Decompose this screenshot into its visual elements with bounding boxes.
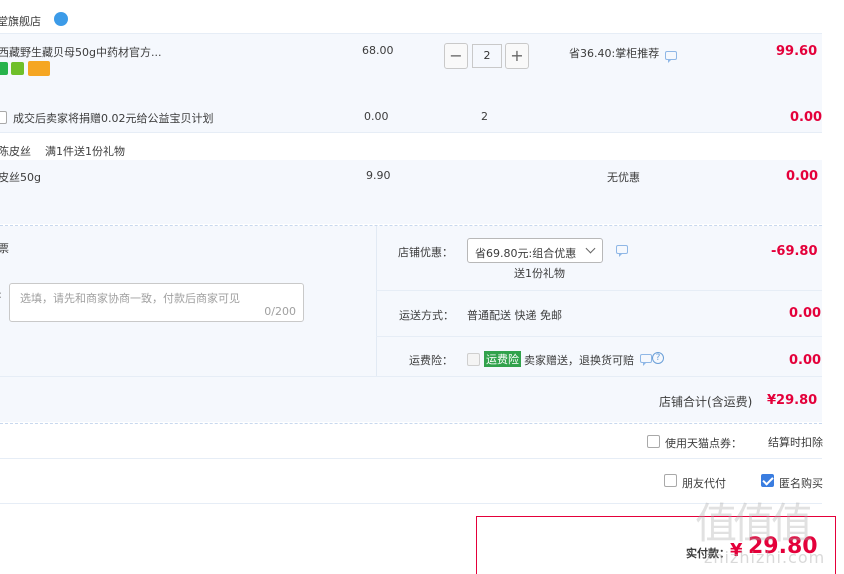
shop-discount-select[interactable]: 省69.80元:组合优惠 <box>467 238 603 263</box>
shop-discount-sub: 送1份礼物 <box>514 267 565 280</box>
decrease-button[interactable]: − <box>444 43 468 69</box>
memo-placeholder: 选填，请先和商家协商一致，付款后商家可见 <box>20 292 240 305</box>
quantity-input[interactable]: 2 <box>472 44 502 68</box>
shipping-amount: 0.00 <box>789 306 822 321</box>
insurance-value: 卖家赠送，退换货可赔 <box>524 354 634 367</box>
shop-discount-label: 店铺优惠： <box>398 246 453 259</box>
memo-label: : <box>0 288 2 301</box>
shipping-label: 运送方式： <box>399 309 454 322</box>
charity-price: 0.00 <box>364 110 389 123</box>
friend-pay-label: 朋友代付 <box>682 477 726 490</box>
anonymous-checkbox[interactable] <box>761 474 774 487</box>
insurance-amount: 0.00 <box>789 353 822 368</box>
shop-discount-value: 省69.80元:组合优惠 <box>475 247 577 260</box>
memo-field[interactable]: 选填，请先和商家协商一致，付款后商家可见 0/200 <box>9 283 304 322</box>
insurance-tag: 运费险 <box>484 351 521 367</box>
anonymous-label: 匿名购买 <box>779 477 823 490</box>
shop-name[interactable]: 药堂旗舰店 <box>0 13 41 29</box>
points-checkbox[interactable] <box>647 435 660 448</box>
shipping-value: 普通配送 快递 免邮 <box>467 309 562 322</box>
item-price: 68.00 <box>362 44 394 57</box>
charity-qty: 2 <box>481 110 488 123</box>
friend-pay-checkbox[interactable] <box>664 474 677 487</box>
memo-count: 0/200 <box>264 305 296 318</box>
item-title[interactable]: 西藏野生藏贝母50g中药材官方... <box>0 44 161 60</box>
wangwang-icon[interactable] <box>54 12 68 26</box>
quantity-stepper[interactable]: − 2 + <box>444 43 530 69</box>
item-promo: 省36.40:掌柜推荐 <box>569 47 660 60</box>
message-icon[interactable] <box>640 354 652 366</box>
shop-discount-amount: -69.80 <box>771 244 818 259</box>
points-note: 结算时扣除 <box>768 436 823 449</box>
charity-checkbox[interactable] <box>0 111 7 124</box>
invoice-label: 票 <box>0 242 9 255</box>
item-subtotal: 99.60 <box>776 44 818 59</box>
watermark-logo: 值值值 <box>695 499 813 548</box>
shop-total-amount: ¥29.80 <box>767 393 818 408</box>
chevron-down-icon <box>585 243 596 254</box>
charity-label: 成交后卖家将捐赠0.02元给公益宝贝计划 <box>13 112 214 125</box>
seven-day-return-icon <box>0 62 8 75</box>
gift-tag: 陈皮丝 <box>0 145 31 158</box>
charity-subtotal: 0.00 <box>790 110 823 125</box>
guarantee-icon <box>11 62 24 75</box>
help-icon[interactable]: ? <box>652 352 664 364</box>
gift-item-promo: 无优惠 <box>607 171 640 184</box>
insurance-label: 运费险： <box>409 354 453 367</box>
message-icon[interactable] <box>616 245 628 257</box>
credit-card-icon <box>28 61 50 76</box>
gift-desc: 满1件送1份礼物 <box>45 145 125 158</box>
gift-item-price: 9.90 <box>366 169 391 182</box>
message-icon[interactable] <box>665 51 677 63</box>
increase-button[interactable]: + <box>505 43 529 69</box>
points-label: 使用天猫点券： <box>665 437 742 450</box>
gift-item-row <box>0 160 822 224</box>
watermark-url: zhizhizhi.com <box>704 548 826 567</box>
insurance-checkbox[interactable] <box>467 353 480 366</box>
shop-total-label: 店铺合计(含运费) <box>659 395 753 409</box>
gift-item-subtotal: 0.00 <box>786 169 819 184</box>
gift-item-title[interactable]: 皮丝50g <box>0 169 41 185</box>
